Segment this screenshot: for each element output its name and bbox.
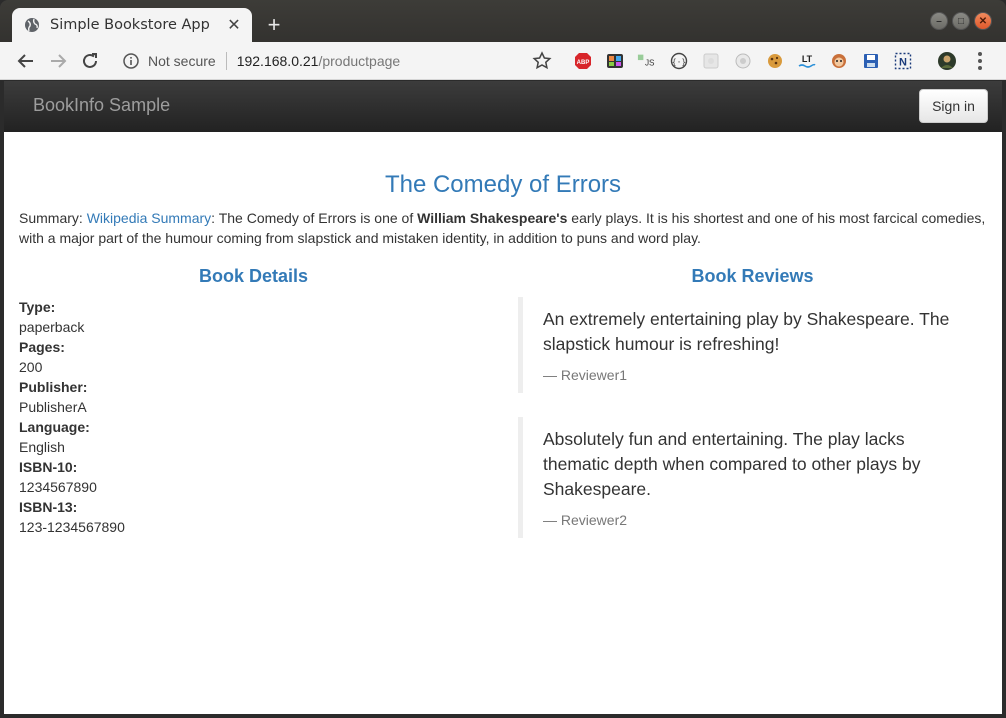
svg-text:LT: LT [802,54,813,64]
lt-icon[interactable]: LT [797,51,817,71]
page-viewport: BookInfo Sample Sign in The Comedy of Er… [4,81,1002,714]
detail-label-type: Type: [19,299,56,315]
detail-value-language: English [19,439,65,455]
detail-label-publisher: Publisher: [19,379,88,395]
detail-value-isbn13: 123-1234567890 [19,519,125,535]
window-controls: – □ ✕ [930,12,992,30]
omnibox-divider [225,52,227,70]
detail-value-type: paperback [19,319,85,335]
reload-icon[interactable] [78,49,102,73]
security-label: Not secure [148,53,216,69]
colorzilla-icon[interactable] [605,51,625,71]
svg-text:JS: JS [645,59,655,68]
minimize-icon[interactable]: – [930,12,948,30]
abp-icon[interactable]: ABP [573,51,593,71]
address-bar[interactable]: Not secure 192.168.0.21 /productpage [112,46,562,76]
extension-icon[interactable] [701,51,721,71]
sign-in-button[interactable]: Sign in [919,89,988,123]
book-details-heading: Book Details [198,266,309,286]
n-extension-icon[interactable]: N [893,51,913,71]
review-card: An extremely entertaining play by Shakes… [518,297,988,393]
svg-text:N: N [899,57,907,69]
book-reviews-heading: Book Reviews [691,266,814,286]
review-card: Absolutely fun and entertaining. The pla… [518,417,988,538]
review-text: An extremely entertaining play by Shakes… [543,309,950,354]
book-title: The Comedy of Errors [384,171,622,198]
tab-title: Simple Bookstore App [50,17,210,33]
book-summary: Summary: Wikipedia Summary: The Comedy o… [19,208,991,248]
gear-extension-icon[interactable] [733,51,753,71]
new-tab-button[interactable]: + [262,13,286,37]
svg-text:ABP: ABP [577,60,590,66]
detail-label-language: Language: [19,419,90,435]
info-icon[interactable] [122,52,140,70]
maximize-icon[interactable]: □ [952,12,970,30]
browser-tab[interactable]: Simple Bookstore App ✕ [12,8,252,42]
detail-value-pages: 200 [19,359,43,375]
reviewer-name: — Reviewer2 [543,512,628,528]
profile-avatar-icon[interactable] [937,51,957,71]
detail-value-isbn10: 1234567890 [19,479,97,495]
wikipedia-summary-link[interactable]: Wikipedia Summary [87,210,211,226]
detail-label-isbn13: ISBN-13: [19,499,78,515]
url-path: /productpage [318,53,401,69]
reviewer-name: — Reviewer1 [543,367,628,383]
code-icon[interactable]: {·} [669,51,689,71]
cookie-icon[interactable] [765,51,785,71]
browser-titlebar: Simple Bookstore App ✕ + – □ ✕ [0,0,1006,42]
url-host: 192.168.0.21 [236,53,319,69]
monkey-icon[interactable] [829,51,849,71]
svg-text:{·}: {·} [672,58,686,67]
detail-label-isbn10: ISBN-10: [19,459,78,475]
summary-author: William Shakespeare's [417,210,568,226]
back-icon[interactable] [14,49,38,73]
summary-prefix: Summary: [19,210,87,226]
bookmark-star-icon[interactable] [532,51,552,71]
globe-icon [25,18,39,32]
detail-label-pages: Pages: [19,339,65,355]
detail-value-publisher: PublisherA [19,399,87,415]
close-window-icon[interactable]: ✕ [974,12,992,30]
review-text: Absolutely fun and entertaining. The pla… [543,429,921,499]
tab-close-icon[interactable]: ✕ [222,13,246,37]
site-brand[interactable]: BookInfo Sample [33,95,170,116]
browser-toolbar: Not secure 192.168.0.21 /productpage ABP… [0,42,1006,80]
save-icon[interactable] [861,51,881,71]
summary-text-1: : The Comedy of Errors is one of [211,210,418,226]
forward-icon[interactable] [46,49,70,73]
js-icon[interactable]: JS [637,51,657,71]
book-details-list: Type: paperback Pages: 200 Publisher: Pu… [19,297,125,537]
browser-menu-icon[interactable] [970,51,990,71]
site-navbar: BookInfo Sample Sign in [4,81,1002,132]
